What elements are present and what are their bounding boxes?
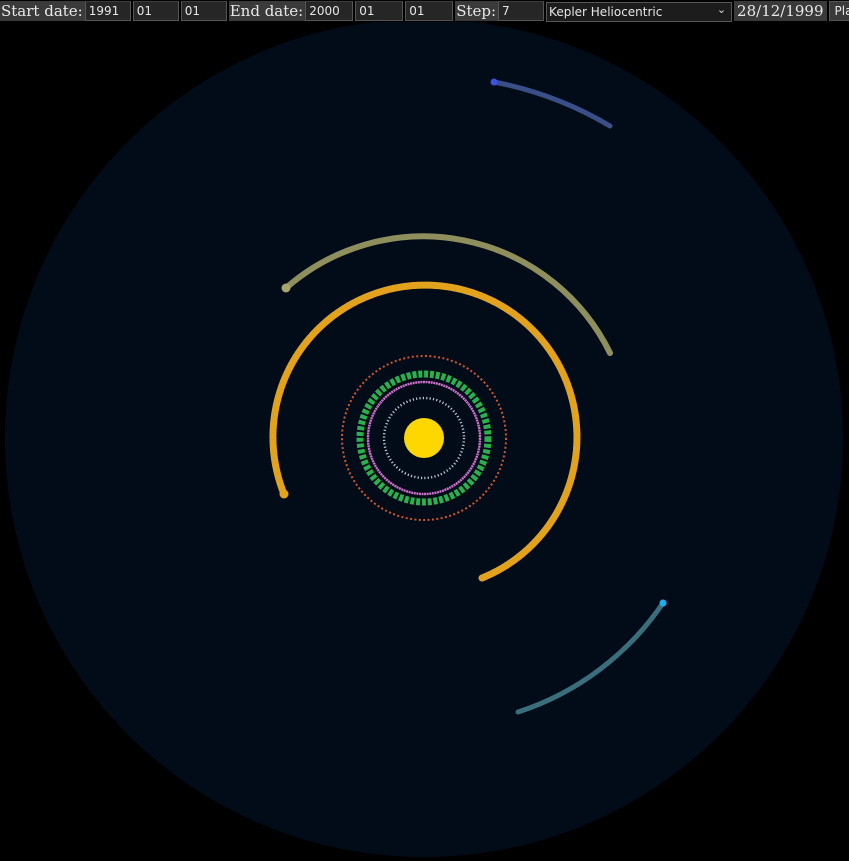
- start-date-label: Start date:: [0, 1, 85, 21]
- saturn-planet: [281, 283, 291, 293]
- end-year-input[interactable]: [305, 1, 354, 21]
- uranus-planet: [659, 599, 667, 607]
- play-button[interactable]: Play: [828, 1, 849, 21]
- mode-select-wrap: Kepler Heliocentric ⌄: [546, 1, 734, 22]
- neptune-planet: [490, 78, 498, 86]
- start-day-input[interactable]: [180, 1, 227, 21]
- start-month-input[interactable]: [132, 1, 179, 21]
- end-day-input[interactable]: [405, 1, 454, 21]
- start-year-input[interactable]: [84, 1, 131, 21]
- jupiter-planet: [279, 489, 289, 499]
- controls-toolbar: Start date: End date: Step: Kepler Helio…: [0, 0, 849, 22]
- end-month-input[interactable]: [355, 1, 404, 21]
- end-date-label: End date:: [228, 1, 306, 21]
- mode-select[interactable]: Kepler Heliocentric: [546, 1, 733, 22]
- step-label: Step:: [455, 1, 499, 21]
- orrery-canvas: [5, 22, 843, 857]
- step-input[interactable]: [498, 1, 545, 21]
- current-date-display: 28/12/1999: [734, 1, 827, 21]
- sun: [404, 418, 444, 458]
